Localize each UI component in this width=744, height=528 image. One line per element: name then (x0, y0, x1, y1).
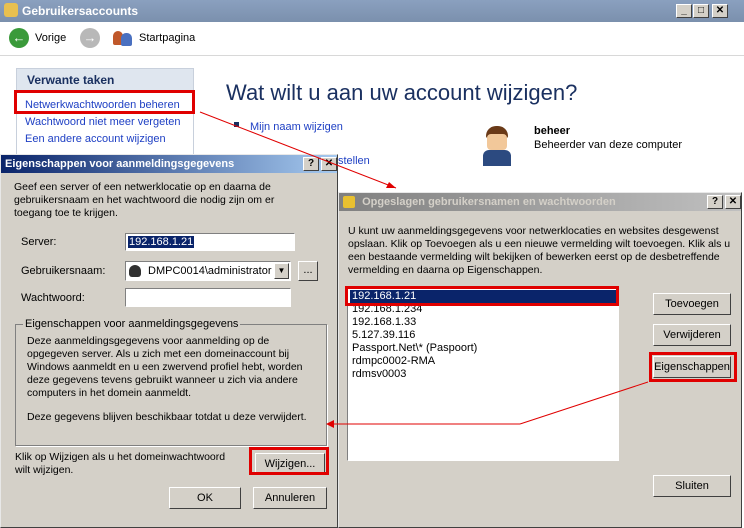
arrowhead-props (326, 420, 334, 428)
arrow-line-props-a (519, 381, 649, 425)
arrow-line-tasks-to-saved (199, 111, 397, 189)
arrowhead-tasks (386, 182, 396, 188)
annotation-arrows (199, 111, 649, 428)
